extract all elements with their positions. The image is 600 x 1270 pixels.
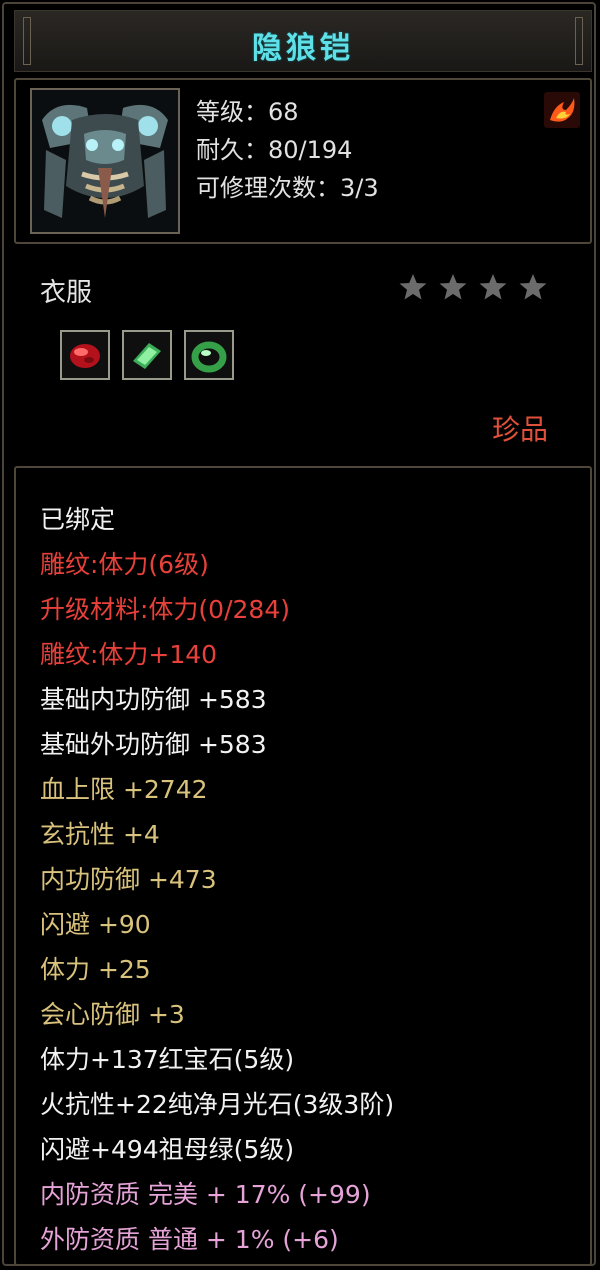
green-gem-icon[interactable] (122, 330, 172, 380)
green-ring-icon[interactable] (184, 330, 234, 380)
attribute-line: 雕纹:体力(6级) (40, 550, 209, 579)
star-icon (399, 274, 427, 300)
attribute-line: 闪避 +90 (40, 910, 151, 939)
attribute-line: 基础外功防御 +583 (40, 730, 267, 759)
star-rating (398, 272, 548, 302)
red-gem-icon[interactable] (60, 330, 110, 380)
fire-badge-icon (544, 92, 580, 128)
gem-sockets (60, 330, 234, 380)
attribute-line: 玄抗性 +4 (40, 820, 160, 849)
attribute-line: 雕纹:体力+140 (40, 640, 218, 669)
item-rarity: 珍品 (491, 413, 548, 446)
title-bar: 隐狼铠 (14, 10, 592, 72)
item-repair-count: 可修理次数：3/3 (196, 174, 379, 202)
attribute-line: 火抗性+22纯净月光石(3级3阶) (40, 1090, 395, 1119)
attribute-line: 已绑定 (40, 505, 116, 534)
item-name: 隐狼铠 (252, 31, 354, 66)
star-icon (519, 274, 547, 300)
attribute-list: 已绑定 雕纹:体力(6级) 升级材料:体力(0/284) 雕纹:体力+140 基… (14, 466, 592, 1266)
star-icon (479, 274, 507, 300)
attribute-line: 闪避+494祖母绿(5级) (40, 1135, 295, 1164)
attribute-line: 基础内功防御 +583 (40, 685, 267, 714)
attribute-line: 内防资质 完美 + 17% (+99) (40, 1180, 371, 1209)
attribute-line: 体力+137红宝石(5级) (40, 1045, 295, 1074)
armor-portrait-icon (30, 88, 180, 234)
item-durability: 耐久：80/194 (196, 136, 353, 164)
attribute-line: 外防资质 普通 + 1% (+6) (40, 1225, 339, 1254)
item-level: 等级：68 (196, 98, 299, 126)
attribute-line: 内功防御 +473 (40, 865, 217, 894)
attribute-line: 升级材料:体力(0/284) (40, 595, 290, 624)
item-tooltip: 隐狼铠 等级：68 耐久：80/194 可修理次数：3/3 衣服 珍品 已绑定 … (2, 2, 596, 1266)
item-header: 等级：68 耐久：80/194 可修理次数：3/3 (14, 78, 592, 244)
star-icon (439, 274, 467, 300)
attribute-line: 体力 +25 (40, 955, 151, 984)
attribute-line: 会心防御 +3 (40, 1000, 185, 1029)
item-type: 衣服 (40, 278, 93, 308)
attribute-line: 血上限 +2742 (40, 775, 208, 804)
